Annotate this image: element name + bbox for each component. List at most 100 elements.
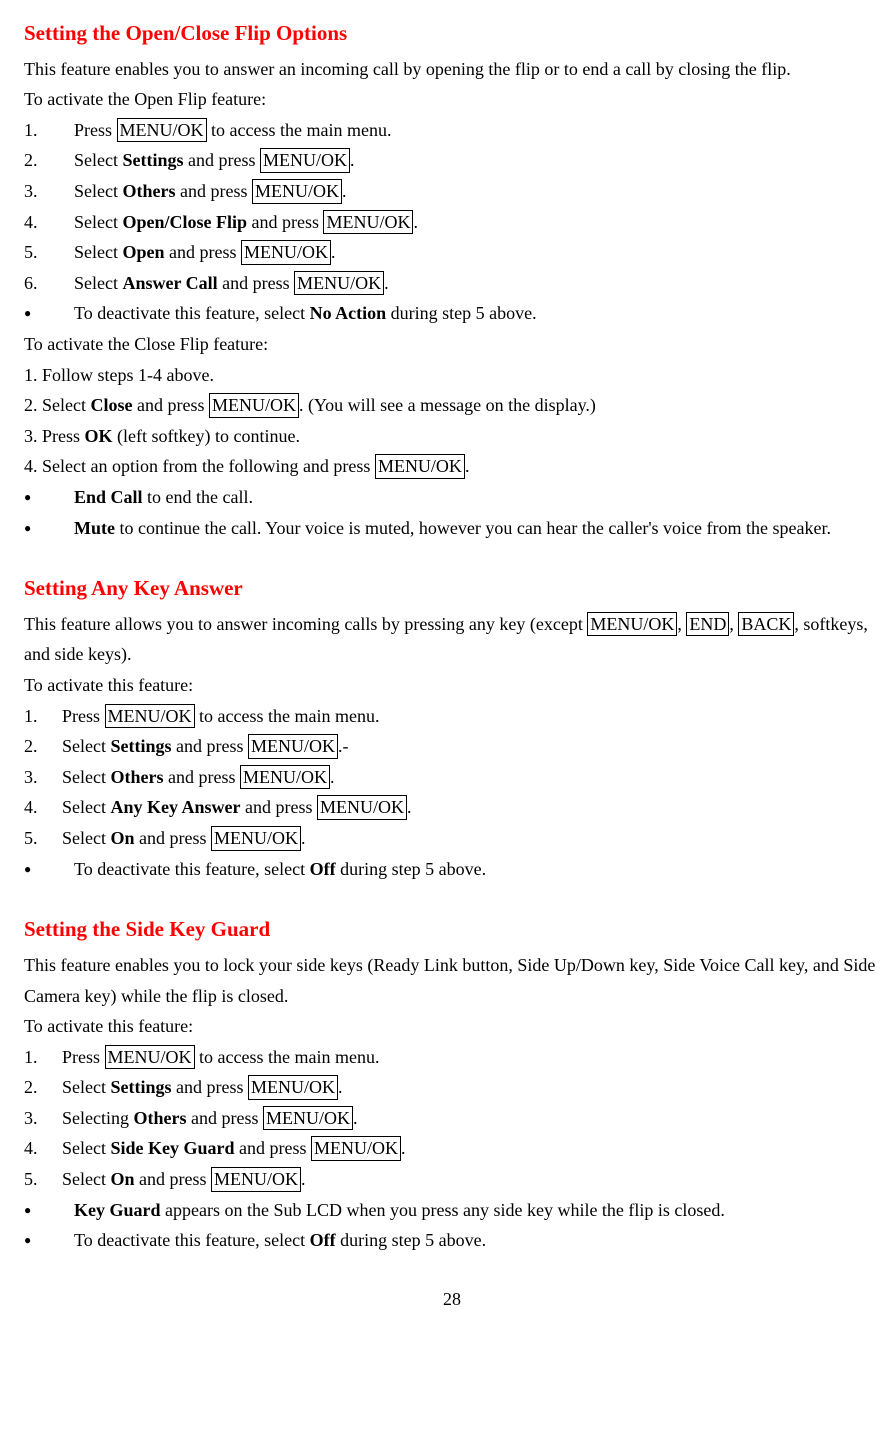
list-item: 2. Select Settings and press MENU/OK.: [24, 145, 880, 176]
list-text: Key Guard appears on the Sub LCD when yo…: [74, 1195, 880, 1226]
list-item: 1. Press MENU/OK to access the main menu…: [24, 115, 880, 146]
list-number: 4.: [24, 207, 74, 238]
list-text: Press MENU/OK to access the main menu.: [62, 701, 880, 732]
list-item: 3. Select Others and press MENU/OK.: [24, 762, 880, 793]
list-text: Select On and press MENU/OK.: [62, 1164, 880, 1195]
body-text: 4. Select an option from the following a…: [24, 451, 880, 482]
list-number: 5.: [24, 237, 74, 268]
list-text: Select Settings and press MENU/OK.: [62, 1072, 880, 1103]
list-item: To deactivate this feature, select Off d…: [24, 854, 880, 885]
list-item: To deactivate this feature, select Off d…: [24, 1225, 880, 1256]
list-item: 2. Select Settings and press MENU/OK.-: [24, 731, 880, 762]
key-menuok: MENU/OK: [323, 210, 413, 235]
list-text: Select Open/Close Flip and press MENU/OK…: [74, 207, 880, 238]
key-menuok: MENU/OK: [117, 118, 207, 143]
list-number: 1.: [24, 701, 62, 732]
key-menuok: MENU/OK: [211, 826, 301, 851]
key-menuok: MENU/OK: [317, 795, 407, 820]
section-heading-sidekey: Setting the Side Key Guard: [24, 912, 880, 948]
key-end: END: [686, 612, 729, 637]
list-number: 6.: [24, 268, 74, 299]
ordered-list: 1. Press MENU/OK to access the main menu…: [24, 115, 880, 329]
page-number: 28: [24, 1284, 880, 1315]
body-text: 1. Follow steps 1-4 above.: [24, 360, 880, 391]
list-text: Select Settings and press MENU/OK.-: [62, 731, 880, 762]
bullet-icon: [24, 298, 74, 329]
ordered-list: 1. Press MENU/OK to access the main menu…: [24, 701, 880, 885]
list-item: 5. Select On and press MENU/OK.: [24, 1164, 880, 1195]
list-item: 4. Select Open/Close Flip and press MENU…: [24, 207, 880, 238]
list-number: 2.: [24, 1072, 62, 1103]
list-item: 3. Select Others and press MENU/OK.: [24, 176, 880, 207]
list-text: Select On and press MENU/OK.: [62, 823, 880, 854]
list-number: 2.: [24, 731, 62, 762]
list-number: 1.: [24, 1042, 62, 1073]
key-menuok: MENU/OK: [263, 1106, 353, 1131]
list-text: To deactivate this feature, select No Ac…: [74, 298, 880, 329]
list-item: 4. Select Any Key Answer and press MENU/…: [24, 792, 880, 823]
list-text: Select Any Key Answer and press MENU/OK.: [62, 792, 880, 823]
list-text: To deactivate this feature, select Off d…: [74, 1225, 880, 1256]
list-number: 1.: [24, 115, 74, 146]
key-menuok: MENU/OK: [241, 240, 331, 265]
section-heading-anykey: Setting Any Key Answer: [24, 571, 880, 607]
list-text: Select Others and press MENU/OK.: [74, 176, 880, 207]
body-text: This feature allows you to answer incomi…: [24, 609, 880, 670]
key-menuok: MENU/OK: [311, 1136, 401, 1161]
key-menuok: MENU/OK: [294, 271, 384, 296]
key-menuok: MENU/OK: [105, 704, 195, 729]
body-text: To activate the Close Flip feature:: [24, 329, 880, 360]
body-text: To activate this feature:: [24, 670, 880, 701]
bullet-icon: [24, 854, 74, 885]
key-menuok: MENU/OK: [587, 612, 677, 637]
list-number: 2.: [24, 145, 74, 176]
list-number: 4.: [24, 792, 62, 823]
list-item: End Call to end the call.: [24, 482, 880, 513]
body-text: To activate this feature:: [24, 1011, 880, 1042]
list-item: 4. Select Side Key Guard and press MENU/…: [24, 1133, 880, 1164]
list-item: 2. Select Settings and press MENU/OK.: [24, 1072, 880, 1103]
list-number: 3.: [24, 176, 74, 207]
key-back: BACK: [738, 612, 794, 637]
list-text: End Call to end the call.: [74, 482, 880, 513]
list-number: 5.: [24, 823, 62, 854]
list-number: 3.: [24, 762, 62, 793]
list-text: Press MENU/OK to access the main menu.: [74, 115, 880, 146]
key-menuok: MENU/OK: [248, 1075, 338, 1100]
list-item: Key Guard appears on the Sub LCD when yo…: [24, 1195, 880, 1226]
list-text: Select Open and press MENU/OK.: [74, 237, 880, 268]
list-number: 4.: [24, 1133, 62, 1164]
ordered-list: 1. Press MENU/OK to access the main menu…: [24, 1042, 880, 1256]
key-menuok: MENU/OK: [209, 393, 299, 418]
list-text: Select Others and press MENU/OK.: [62, 762, 880, 793]
body-text: 3. Press OK (left softkey) to continue.: [24, 421, 880, 452]
key-menuok: MENU/OK: [105, 1045, 195, 1070]
body-text: This feature enables you to lock your si…: [24, 950, 880, 1011]
list-item: 1. Press MENU/OK to access the main menu…: [24, 1042, 880, 1073]
body-text: This feature enables you to answer an in…: [24, 54, 880, 85]
list-text: Mute to continue the call. Your voice is…: [74, 513, 880, 544]
list-item: 1. Press MENU/OK to access the main menu…: [24, 701, 880, 732]
key-menuok: MENU/OK: [211, 1167, 301, 1192]
key-menuok: MENU/OK: [240, 765, 330, 790]
bullet-list: End Call to end the call. Mute to contin…: [24, 482, 880, 543]
list-text: To deactivate this feature, select Off d…: [74, 854, 880, 885]
key-menuok: MENU/OK: [375, 454, 465, 479]
body-text: To activate the Open Flip feature:: [24, 84, 880, 115]
list-item: 6. Select Answer Call and press MENU/OK.: [24, 268, 880, 299]
key-menuok: MENU/OK: [260, 148, 350, 173]
key-menuok: MENU/OK: [248, 734, 338, 759]
bullet-icon: [24, 1195, 74, 1226]
body-text: 2. Select Close and press MENU/OK. (You …: [24, 390, 880, 421]
list-text: Selecting Others and press MENU/OK.: [62, 1103, 880, 1134]
list-item: Mute to continue the call. Your voice is…: [24, 513, 880, 544]
list-item: 3. Selecting Others and press MENU/OK.: [24, 1103, 880, 1134]
list-number: 5.: [24, 1164, 62, 1195]
bullet-icon: [24, 1225, 74, 1256]
bullet-icon: [24, 513, 74, 544]
list-item: 5. Select Open and press MENU/OK.: [24, 237, 880, 268]
bullet-icon: [24, 482, 74, 513]
list-item: 5. Select On and press MENU/OK.: [24, 823, 880, 854]
list-text: Select Side Key Guard and press MENU/OK.: [62, 1133, 880, 1164]
key-menuok: MENU/OK: [252, 179, 342, 204]
